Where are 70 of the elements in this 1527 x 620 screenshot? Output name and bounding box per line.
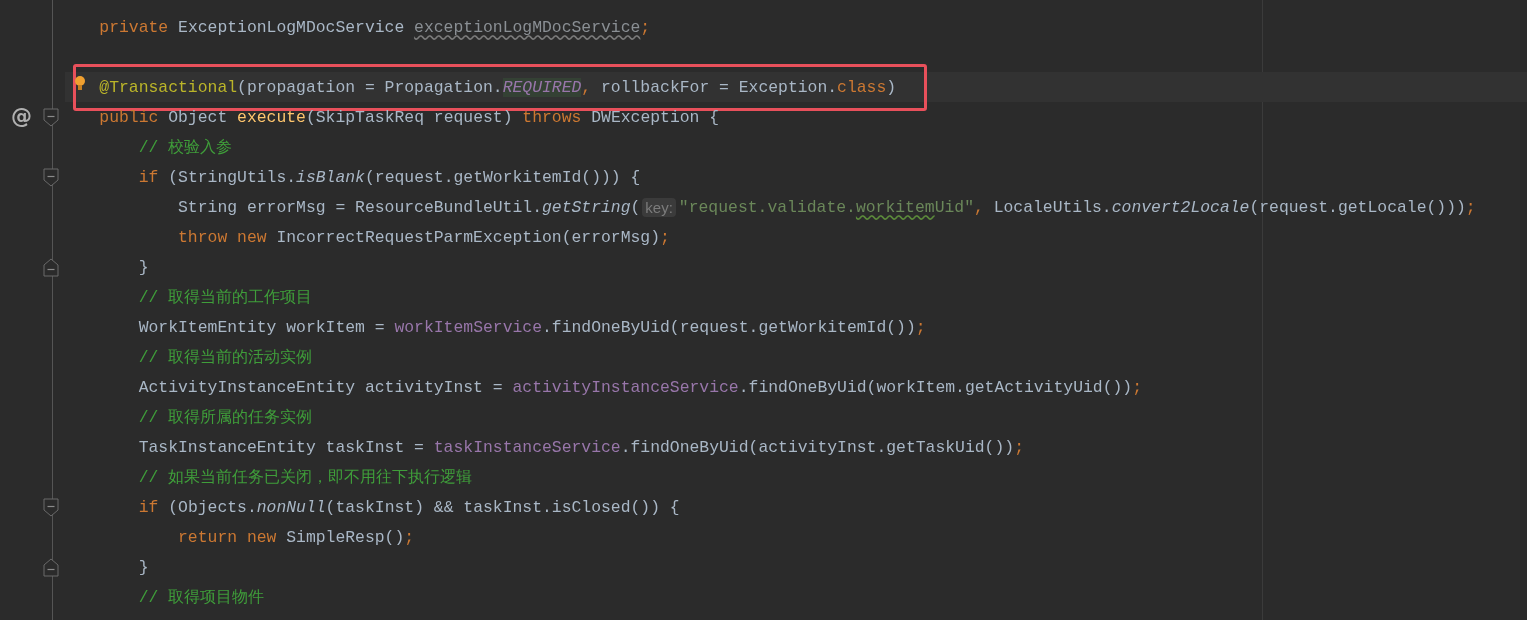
punctuation: ; (915, 317, 926, 337)
field-reference: workItemService (394, 317, 542, 337)
code-text: String errorMsg = ResourceBundleUtil. (178, 197, 542, 217)
code-comment: // 取得当前的工作项目 (138, 287, 313, 308)
string-literal: Uid" (934, 197, 974, 217)
code-comment: // 取得当前的活动实例 (138, 347, 313, 368)
method-name: execute (237, 107, 306, 127)
code-text: (Objects. (167, 497, 257, 517)
code-text: (request.getLocale())) (1249, 197, 1466, 217)
code-text: TaskInstanceEntity taskInst = (138, 437, 425, 457)
fold-marker-icon[interactable] (43, 558, 59, 577)
code-comment: // 取得项目物件 (138, 587, 265, 608)
code-text: WorkItemEntity workItem = (138, 317, 386, 337)
fold-marker-icon[interactable] (43, 168, 59, 187)
keyword: private (99, 17, 169, 37)
keyword: throw new (178, 227, 267, 247)
code-comment: // 如果当前任务已关闭，即不用往下执行逻辑 (138, 467, 473, 488)
static-method-call: getString (541, 197, 631, 217)
keyword: public (99, 107, 159, 127)
punctuation: ; (660, 227, 670, 247)
fold-marker-icon[interactable] (43, 108, 59, 127)
code-text: DWException { (590, 107, 720, 127)
fold-marker-icon[interactable] (43, 258, 59, 277)
code-text: ExceptionLogMDocService (177, 17, 406, 37)
code-text: SimpleResp() (285, 527, 405, 547)
code-text: Object (167, 107, 229, 127)
code-text: (StringUtils. (167, 167, 297, 187)
static-method-call: isBlank (296, 167, 365, 187)
keyword: if (138, 167, 159, 187)
code-text: .findOneByUid(workItem.getActivityUid()) (738, 377, 1133, 397)
static-method-call: convert2Locale (1111, 197, 1250, 217)
code-text: LocaleUtils. (992, 197, 1112, 217)
code-text: } (138, 257, 149, 277)
code-text: ( (630, 197, 641, 217)
constant-highlight: REQUIRED (502, 77, 582, 97)
code-text: (propagation = Propagation. (237, 77, 503, 97)
code-text: IncorrectRequestParmException(errorMsg) (275, 227, 660, 247)
field-reference: taskInstanceService (433, 437, 621, 457)
punctuation: ; (1014, 437, 1024, 457)
punctuation: , (581, 77, 592, 97)
keyword: return new (178, 527, 277, 547)
punctuation: ; (1132, 377, 1142, 397)
override-marker[interactable]: @ (11, 104, 32, 128)
code-text: .findOneByUid(request.getWorkitemId()) (542, 317, 916, 337)
code-text: rollbackFor = Exception. (600, 77, 838, 97)
parameter-hint: key: (642, 197, 676, 217)
code-text: (SkipTaskReq request) (305, 107, 514, 127)
code-text: ) (886, 77, 897, 97)
punctuation: ; (404, 527, 415, 547)
punctuation: ; (1465, 197, 1476, 217)
code-comment: // 取得所属的任务实例 (138, 407, 313, 428)
string-literal: "request.validate. (678, 197, 856, 217)
lightbulb-icon[interactable] (74, 75, 86, 93)
unused-field: exceptionLogMDocService (414, 17, 641, 37)
punctuation: ; (640, 17, 651, 37)
keyword: throws (522, 107, 582, 127)
code-text: (taskInst) && taskInst.isClosed()) { (325, 497, 680, 517)
annotation: @Transactional (99, 77, 238, 97)
field-reference: activityInstanceService (512, 377, 739, 397)
code-comment: // 校验入参 (138, 137, 233, 158)
code-text: } (138, 557, 149, 577)
string-literal: workitem (855, 197, 935, 217)
code-text: ActivityInstanceEntity activityInst = (138, 377, 504, 397)
punctuation: , (974, 197, 984, 217)
keyword: if (138, 497, 159, 517)
fold-marker-icon[interactable] (43, 498, 59, 517)
static-method-call: nonNull (256, 497, 326, 517)
code-text: (request.getWorkitemId())) { (364, 167, 641, 187)
code-text: .findOneByUid(activityInst.getTaskUid()) (620, 437, 1015, 457)
keyword: class (837, 77, 887, 97)
